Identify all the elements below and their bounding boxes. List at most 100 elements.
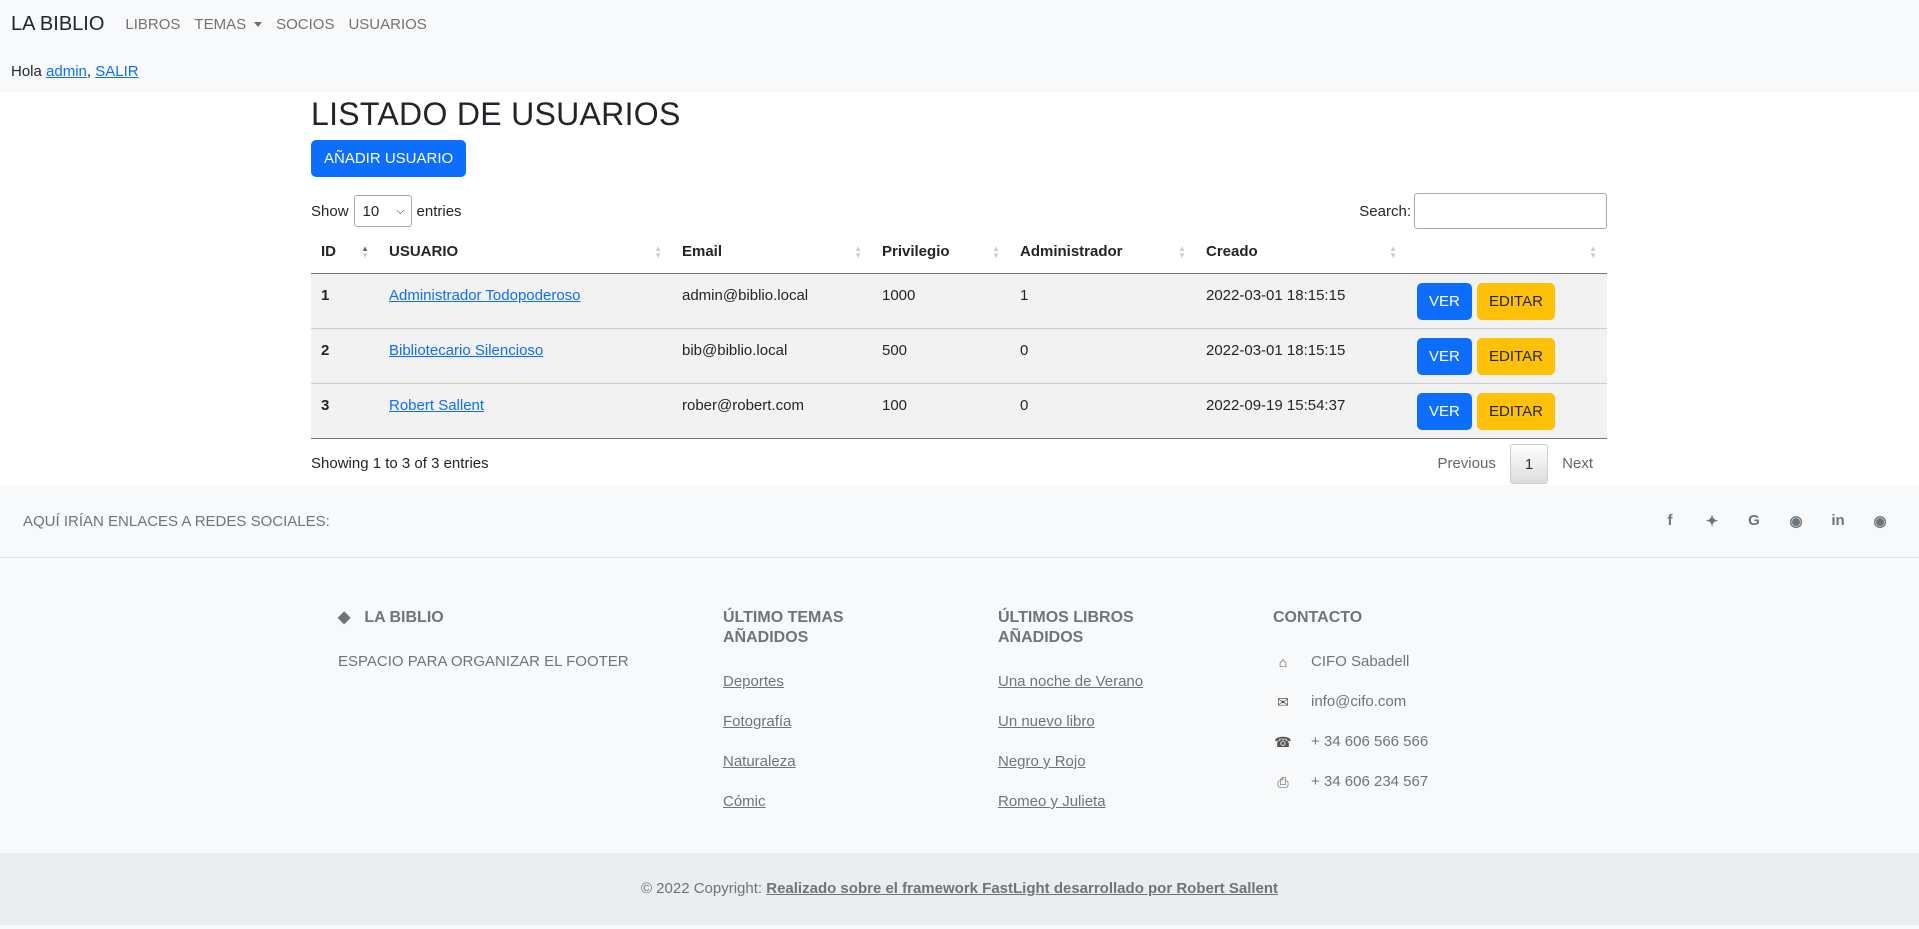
user-link[interactable]: admin — [46, 63, 87, 80]
copyright-link[interactable]: Realizado sobre el framework FastLight d… — [766, 880, 1278, 897]
edit-button[interactable]: EDITAR — [1477, 282, 1555, 320]
search-label: Search: — [1359, 202, 1411, 220]
column-label: Administrador — [1020, 243, 1123, 261]
cell-creado: 2022-03-01 18:15:15 — [1196, 328, 1407, 384]
footer-columns: ◆ LA BIBLIO ESPACIO PARA ORGANIZAR EL FOO… — [0, 558, 1919, 853]
user-name-link[interactable]: Robert Sallent — [389, 397, 484, 414]
cell-privilegio: 1000 — [872, 273, 1010, 329]
cell-email: admin@biblio.local — [672, 273, 872, 329]
greeting-prefix: Hola — [11, 63, 42, 80]
next-button[interactable]: Next — [1548, 455, 1607, 472]
book-link[interactable]: Negro y Rojo — [998, 742, 1168, 782]
add-user-button[interactable]: AÑADIR USUARIO — [311, 140, 467, 177]
column-label: USUARIO — [389, 243, 459, 261]
printer-icon: ⎙ — [1277, 774, 1289, 790]
cell-creado: 2022-03-01 18:15:15 — [1196, 273, 1407, 329]
sort-icon: ▲ ▼ — [1389, 244, 1397, 260]
copyright-bar: © 2022 Copyright: Realizado sobre el fra… — [0, 853, 1919, 925]
envelope-icon: ✉ — [1277, 694, 1289, 710]
edit-button[interactable]: EDITAR — [1477, 392, 1555, 430]
footer-topics-title: ÚLTIMO TEMAS AÑADIDOS — [723, 609, 844, 646]
user-name-link[interactable]: Administrador Todopoderoso — [389, 287, 581, 304]
social-text: AQUÍ IRÍAN ENLACES A REDES SOCIALES: — [23, 512, 330, 530]
facebook-icon[interactable]: f — [1660, 512, 1680, 530]
cell-usuario: Robert Sallent — [379, 383, 672, 439]
cell-id: 1 — [311, 273, 379, 329]
cell-id: 3 — [311, 383, 379, 439]
topic-link[interactable]: Cómic — [723, 782, 873, 822]
chevron-down-icon: ⌵ — [396, 205, 405, 217]
column-header-administrador[interactable]: Administrador ▲ ▼ — [1010, 231, 1196, 274]
cell-email: bib@biblio.local — [672, 328, 872, 384]
google-icon[interactable]: G — [1744, 512, 1764, 530]
page-button-current[interactable]: 1 — [1509, 443, 1549, 484]
cell-privilegio: 100 — [872, 383, 1010, 439]
footer-contact-title: CONTACTO — [1273, 609, 1363, 626]
nav-link-temas[interactable]: TEMAS — [194, 15, 263, 33]
cell-privilegio: 500 — [872, 328, 1010, 384]
social-bar: AQUÍ IRÍAN ENLACES A REDES SOCIALES: f ✦… — [0, 485, 1919, 558]
view-button[interactable]: VER — [1417, 392, 1472, 430]
page-title: LISTADO DE USUARIOS — [311, 96, 681, 132]
github-icon[interactable]: ◉ — [1870, 512, 1890, 530]
sort-icon: ▲ ▼ — [992, 244, 1000, 260]
pagination-row: Showing 1 to 3 of 3 entries Previous 1 N… — [311, 443, 1607, 484]
nav-link-temas-label: TEMAS — [194, 15, 247, 33]
main-content: LISTADO DE USUARIOS AÑADIR USUARIO Show … — [311, 92, 1607, 484]
footer-brand: LA BIBLIO — [364, 609, 444, 626]
contact-row: ☎ + 34 606 566 566 — [1273, 722, 1533, 762]
social-icons: f ✦ G ◉ in ◉ — [1660, 512, 1890, 530]
cell-admin: 0 — [1010, 383, 1196, 439]
topic-link[interactable]: Fotografía — [723, 702, 873, 742]
view-button[interactable]: VER — [1417, 282, 1472, 320]
sort-icon: ▲ ▼ — [1178, 244, 1186, 260]
topic-link[interactable]: Deportes — [723, 662, 873, 702]
sort-icon: ▲ ▼ — [854, 244, 862, 260]
book-link[interactable]: Una noche de Verano — [998, 662, 1168, 702]
column-label: Privilegio — [882, 243, 950, 261]
users-table: ID ▲ ▼ USUARIO ▲ ▼ Email ▲ ▼ Privilegio ▲ ▼ Admi… — [311, 231, 1607, 439]
page-size-value: 10 — [362, 202, 380, 220]
column-header-creado[interactable]: Creado ▲ ▼ — [1196, 231, 1407, 274]
footer: AQUÍ IRÍAN ENLACES A REDES SOCIALES: f ✦… — [0, 485, 1919, 929]
cell-actions: VER EDITAR — [1407, 273, 1607, 329]
navbar: LA BIBLIO LIBROS TEMAS SOCIOS USUARIOS H… — [0, 0, 1919, 92]
book-link[interactable]: Un nuevo libro — [998, 702, 1168, 742]
nav-link-libros[interactable]: LIBROS — [125, 16, 180, 33]
cell-admin: 1 — [1010, 273, 1196, 329]
column-header-privilegio[interactable]: Privilegio ▲ ▼ — [872, 231, 1010, 274]
cell-usuario: Administrador Todopoderoso — [379, 273, 672, 329]
footer-brand-col: ◆ LA BIBLIO ESPACIO PARA ORGANIZAR EL FOO… — [338, 608, 658, 682]
column-header-actions[interactable]: ▲ ▼ — [1407, 231, 1607, 274]
logout-link[interactable]: SALIR — [95, 63, 138, 80]
nav-link-socios[interactable]: SOCIOS — [276, 16, 334, 33]
topic-link[interactable]: Naturaleza — [723, 742, 873, 782]
show-label: Show — [311, 202, 349, 220]
column-header-usuario[interactable]: USUARIO ▲ ▼ — [379, 231, 672, 274]
greeting-separator: , — [86, 63, 92, 80]
previous-button[interactable]: Previous — [1423, 455, 1509, 472]
nav-link-usuarios[interactable]: USUARIOS — [348, 16, 426, 33]
gem-icon: ◆ — [338, 609, 351, 626]
sort-asc-icon: ▲ ▼ — [361, 244, 369, 260]
linkedin-icon[interactable]: in — [1828, 512, 1848, 530]
column-header-email[interactable]: Email ▲ ▼ — [672, 231, 872, 274]
edit-button[interactable]: EDITAR — [1477, 337, 1555, 375]
cell-actions: VER EDITAR — [1407, 383, 1607, 439]
search-input[interactable] — [1414, 193, 1607, 229]
book-link[interactable]: Romeo y Julieta — [998, 782, 1168, 822]
brand-link[interactable]: LA BIBLIO — [11, 13, 104, 36]
pagination: Previous 1 Next — [1423, 443, 1607, 484]
user-name-link[interactable]: Bibliotecario Silencioso — [389, 342, 543, 359]
page-size-select[interactable]: 10 ⌵ — [353, 195, 412, 227]
view-button[interactable]: VER — [1417, 337, 1472, 375]
table-row: 3 Robert Sallent rober@robert.com 100 0 … — [311, 383, 1607, 439]
greeting: Hola admin, SALIR — [11, 63, 139, 80]
twitter-icon[interactable]: ✦ — [1702, 512, 1722, 530]
cell-creado: 2022-09-19 15:54:37 — [1196, 383, 1407, 439]
cell-email: rober@robert.com — [672, 383, 872, 439]
contact-row: ⌂ CIFO Sabadell — [1273, 642, 1533, 682]
column-header-id[interactable]: ID ▲ ▼ — [311, 231, 379, 274]
instagram-icon[interactable]: ◉ — [1786, 512, 1806, 530]
contact-text: + 34 606 566 566 — [1311, 733, 1429, 750]
